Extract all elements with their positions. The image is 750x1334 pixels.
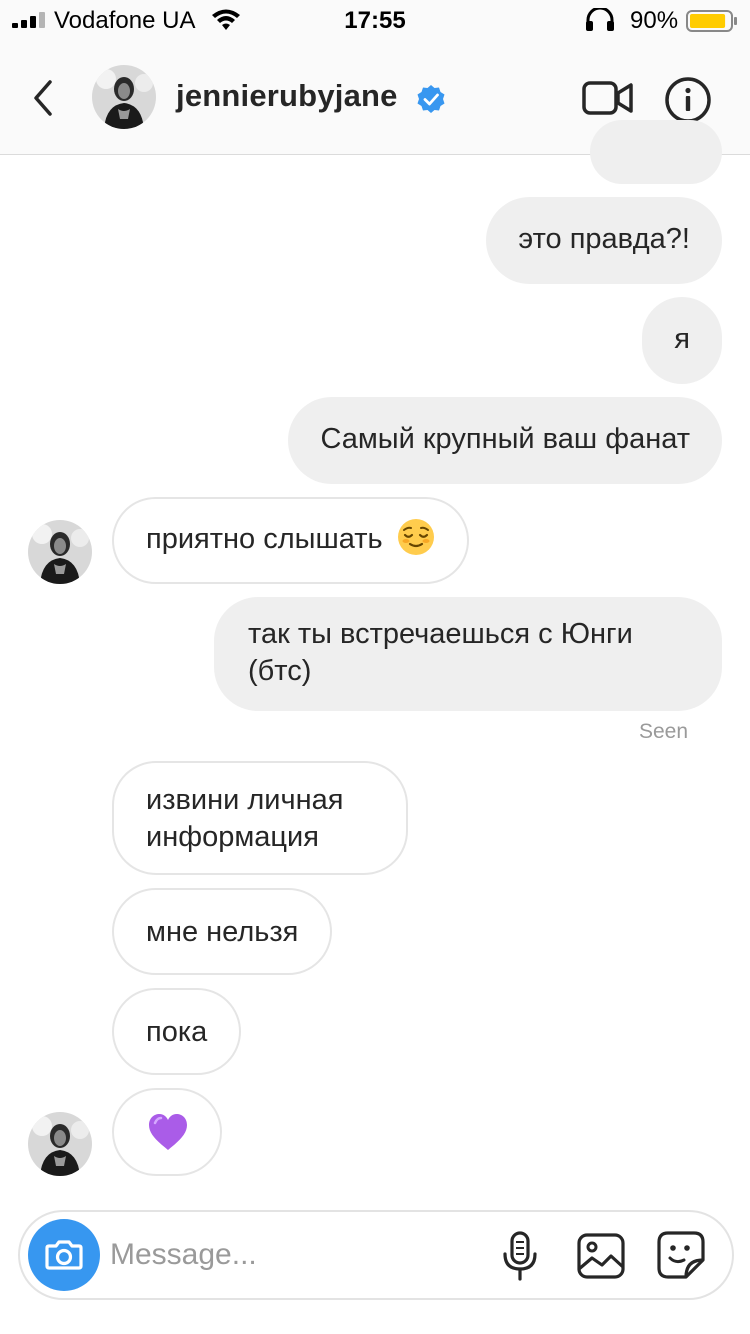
sender-avatar[interactable] [28,1112,92,1176]
headphones-icon [586,8,614,31]
message-text: мне нельзя [146,916,299,948]
message-text: так ты встречаешься с Юнги (бтс) [248,618,633,687]
message-bubble-outgoing[interactable]: я [642,297,722,384]
message-bubble-partial [590,120,722,184]
info-icon[interactable] [664,76,712,124]
message-bubble-outgoing[interactable]: Самый крупный ваш фанат [288,397,722,484]
relieved-face-emoji-icon [397,519,434,556]
message-content: приятно слышать [146,519,435,558]
back-chevron-icon[interactable] [26,78,62,118]
gallery-icon[interactable] [576,1232,626,1280]
message-composer [18,1210,734,1300]
message-text: Самый крупный ваш фанат [320,423,690,455]
avatar[interactable] [92,65,156,129]
message-text: извини личная информация [146,784,344,853]
message-bubble-outgoing[interactable]: это правда?! [486,197,722,284]
message-bubble-incoming[interactable] [112,1088,222,1176]
battery-icon [686,10,737,32]
message-bubble-incoming[interactable]: приятно слышать [112,497,469,584]
profile-photo [28,1112,92,1176]
message-text: пока [146,1016,208,1048]
profile-photo [28,520,92,584]
message-bubble-outgoing[interactable]: так ты встречаешься с Юнги (бтс) [214,597,722,711]
microphone-icon[interactable] [500,1230,540,1282]
message-text: это правда?! [518,223,690,255]
video-call-icon[interactable] [582,78,634,118]
message-bubble-incoming[interactable]: извини личная информация [112,761,408,875]
message-input[interactable] [110,1235,490,1275]
chat-username[interactable]: jennierubyjane [176,78,398,114]
message-bubble-incoming[interactable]: мне нельзя [112,888,333,975]
message-text: приятно слышать [146,523,383,555]
message-text: я [674,323,690,355]
battery-percent: 90% [630,7,679,34]
sender-avatar[interactable] [28,520,92,584]
profile-photo [92,65,156,129]
camera-button[interactable] [28,1219,100,1291]
message-bubble-incoming[interactable]: пока [112,988,242,1075]
status-bar: Vodafone UA 17:55 90% [0,0,750,40]
purple-heart-emoji-icon [149,1114,187,1150]
sticker-icon[interactable] [656,1230,706,1280]
verified-badge-icon [417,85,445,113]
seen-label: Seen [638,720,688,743]
camera-icon [45,1240,83,1270]
